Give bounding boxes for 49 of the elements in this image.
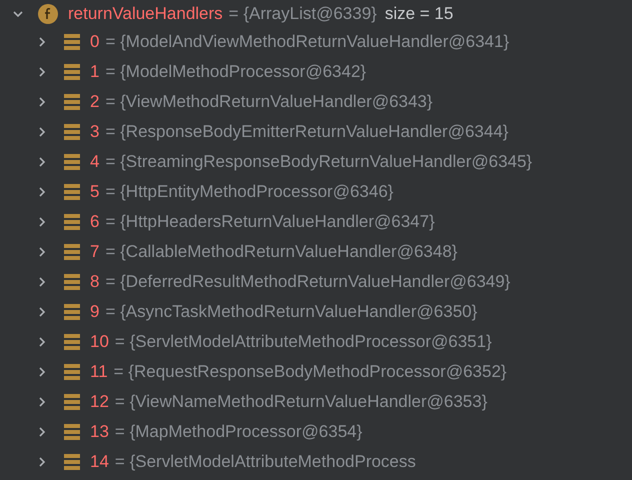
item-index: 6 (90, 211, 100, 234)
list-item-icon (64, 303, 80, 321)
item-value: = {ViewMethodReturnValueHandler@6343} (105, 91, 433, 114)
list-item-icon (64, 243, 80, 261)
item-index: 0 (90, 31, 100, 54)
list-item-icon (64, 153, 80, 171)
item-value: = {ServletModelAttributeMethodProcess (114, 451, 416, 474)
item-value: = {ViewNameMethodReturnValueHandler@6353} (114, 391, 488, 414)
item-index: 7 (90, 241, 100, 264)
variable-name: returnValueHandlers (68, 3, 223, 26)
item-value: = {ModelAndViewMethodReturnValueHandler@6341} (105, 31, 510, 54)
item-value: = {MapMethodProcessor@6354} (114, 421, 362, 444)
item-index: 13 (90, 421, 109, 444)
item-value: = {AsyncTaskMethodReturnValueHandler@6350} (105, 301, 478, 324)
list-item-icon (64, 213, 80, 231)
item-index: 11 (90, 361, 108, 384)
item-index: 1 (90, 61, 100, 84)
item-index: 5 (90, 181, 100, 204)
item-value: = {HttpEntityMethodProcessor@6346} (105, 181, 394, 204)
list-item-icon (64, 273, 80, 291)
item-value: = {ModelMethodProcessor@6342} (105, 61, 366, 84)
item-value: = {ResponseBodyEmitterReturnValueHandler@6344} (105, 121, 508, 144)
list-item-icon (64, 33, 80, 51)
item-index: 4 (90, 151, 100, 174)
item-index: 3 (90, 121, 100, 144)
size-label: size = 15 (384, 3, 454, 26)
list-item-icon (64, 363, 80, 381)
list-item-icon (64, 333, 80, 351)
item-index: 9 (90, 301, 100, 324)
list-item-icon (64, 123, 80, 141)
item-value: = {HttpHeadersReturnValueHandler@6347} (105, 211, 435, 234)
item-value: = {RequestResponseBodyMethodProcessor@6352} (114, 361, 507, 384)
variable-value: = {ArrayList@6339} (228, 3, 377, 26)
item-index: 12 (90, 391, 109, 414)
item-index: 2 (90, 91, 100, 114)
list-item-icon (64, 423, 80, 441)
list-item-icon (64, 393, 80, 411)
item-index: 10 (90, 331, 109, 354)
item-index: 14 (90, 451, 109, 474)
item-value: = {CallableMethodReturnValueHandler@6348} (105, 241, 458, 264)
item-value: = {ServletModelAttributeMethodProcessor@6351} (114, 331, 492, 354)
list-item-icon (64, 63, 80, 81)
list-item-icon (64, 453, 80, 471)
item-value: = {DeferredResultMethodReturnValueHandler@6349} (105, 271, 510, 294)
list-item-icon (64, 93, 80, 111)
field-icon (37, 3, 59, 25)
item-index: 8 (90, 271, 100, 294)
item-value: = {StreamingResponseBodyReturnValueHandler@6345} (105, 151, 532, 174)
list-item-icon (64, 183, 80, 201)
